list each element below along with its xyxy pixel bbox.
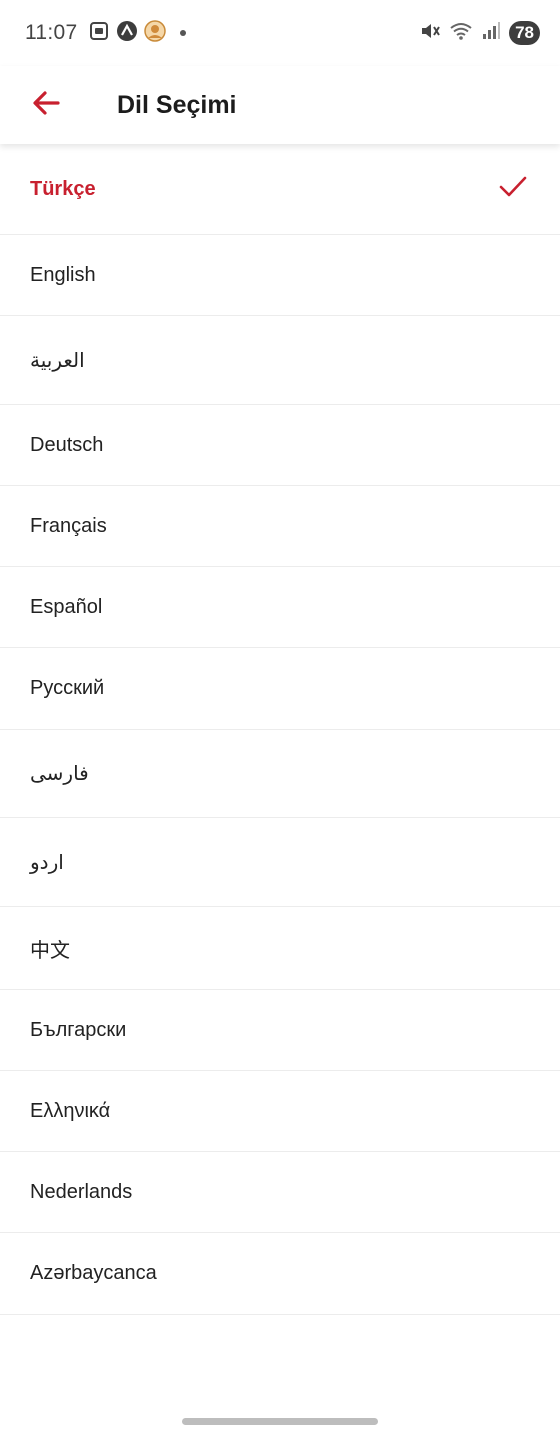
language-label: 中文 (30, 939, 70, 962)
page-title: Dil Seçimi (117, 90, 237, 119)
language-label: Français (30, 514, 107, 537)
language-label: Български (30, 1018, 127, 1041)
avatar-icon (143, 19, 166, 47)
status-bar: 11:07 78 (0, 0, 560, 66)
language-label: Русский (30, 677, 105, 699)
status-icons-left (88, 19, 186, 47)
screenshot-icon (88, 20, 110, 47)
wifi-icon (449, 20, 473, 47)
language-item-urdu[interactable]: اردو (0, 818, 560, 907)
status-right: 78 (419, 20, 540, 47)
language-item-english[interactable]: English (0, 235, 560, 316)
checkmark-icon (498, 175, 528, 204)
language-label: اردو (30, 851, 64, 874)
language-item-turkce[interactable]: Türkçe (0, 144, 560, 235)
arrow-left-icon (31, 90, 61, 121)
language-label: Türkçe (30, 177, 96, 200)
language-label: Español (30, 595, 103, 618)
language-label: English (30, 263, 96, 286)
language-item-azerbaijani[interactable]: Azərbaycanca (0, 1233, 560, 1315)
language-item-chinese[interactable]: 中文 (0, 907, 560, 990)
home-indicator[interactable] (182, 1418, 378, 1425)
language-item-espanol[interactable]: Español (0, 567, 560, 648)
back-button[interactable] (0, 66, 92, 144)
notification-dot (179, 30, 186, 36)
status-left: 11:07 (25, 19, 186, 47)
language-item-farsi[interactable]: فارسی (0, 730, 560, 818)
language-item-bulgarian[interactable]: Български (0, 990, 560, 1071)
language-item-arabic[interactable]: العربية (0, 316, 560, 405)
language-item-russian[interactable]: Русский (0, 648, 560, 730)
language-item-dutch[interactable]: Nederlands (0, 1152, 560, 1233)
app-bar: Dil Seçimi (0, 66, 560, 144)
status-time: 11:07 (25, 21, 78, 44)
language-label: Ελληνικά (30, 1099, 111, 1122)
language-label: العربية (30, 349, 85, 372)
signal-icon (481, 20, 501, 47)
language-item-greek[interactable]: Ελληνικά (0, 1071, 560, 1152)
language-item-deutsch[interactable]: Deutsch (0, 405, 560, 486)
language-label: فارسی (30, 763, 89, 785)
language-label: Azərbaycanca (30, 1262, 157, 1284)
language-label: Nederlands (30, 1180, 133, 1203)
language-label: Deutsch (30, 433, 104, 456)
language-item-francais[interactable]: Français (0, 486, 560, 567)
mute-icon (419, 20, 441, 47)
battery-icon: 78 (509, 21, 540, 45)
app-a-icon (116, 20, 138, 47)
screen: 11:07 78 Dil Seçimi Türkçe English العرب… (0, 0, 560, 1434)
language-list: Türkçe English العربية Deutsch Français … (0, 144, 560, 1315)
